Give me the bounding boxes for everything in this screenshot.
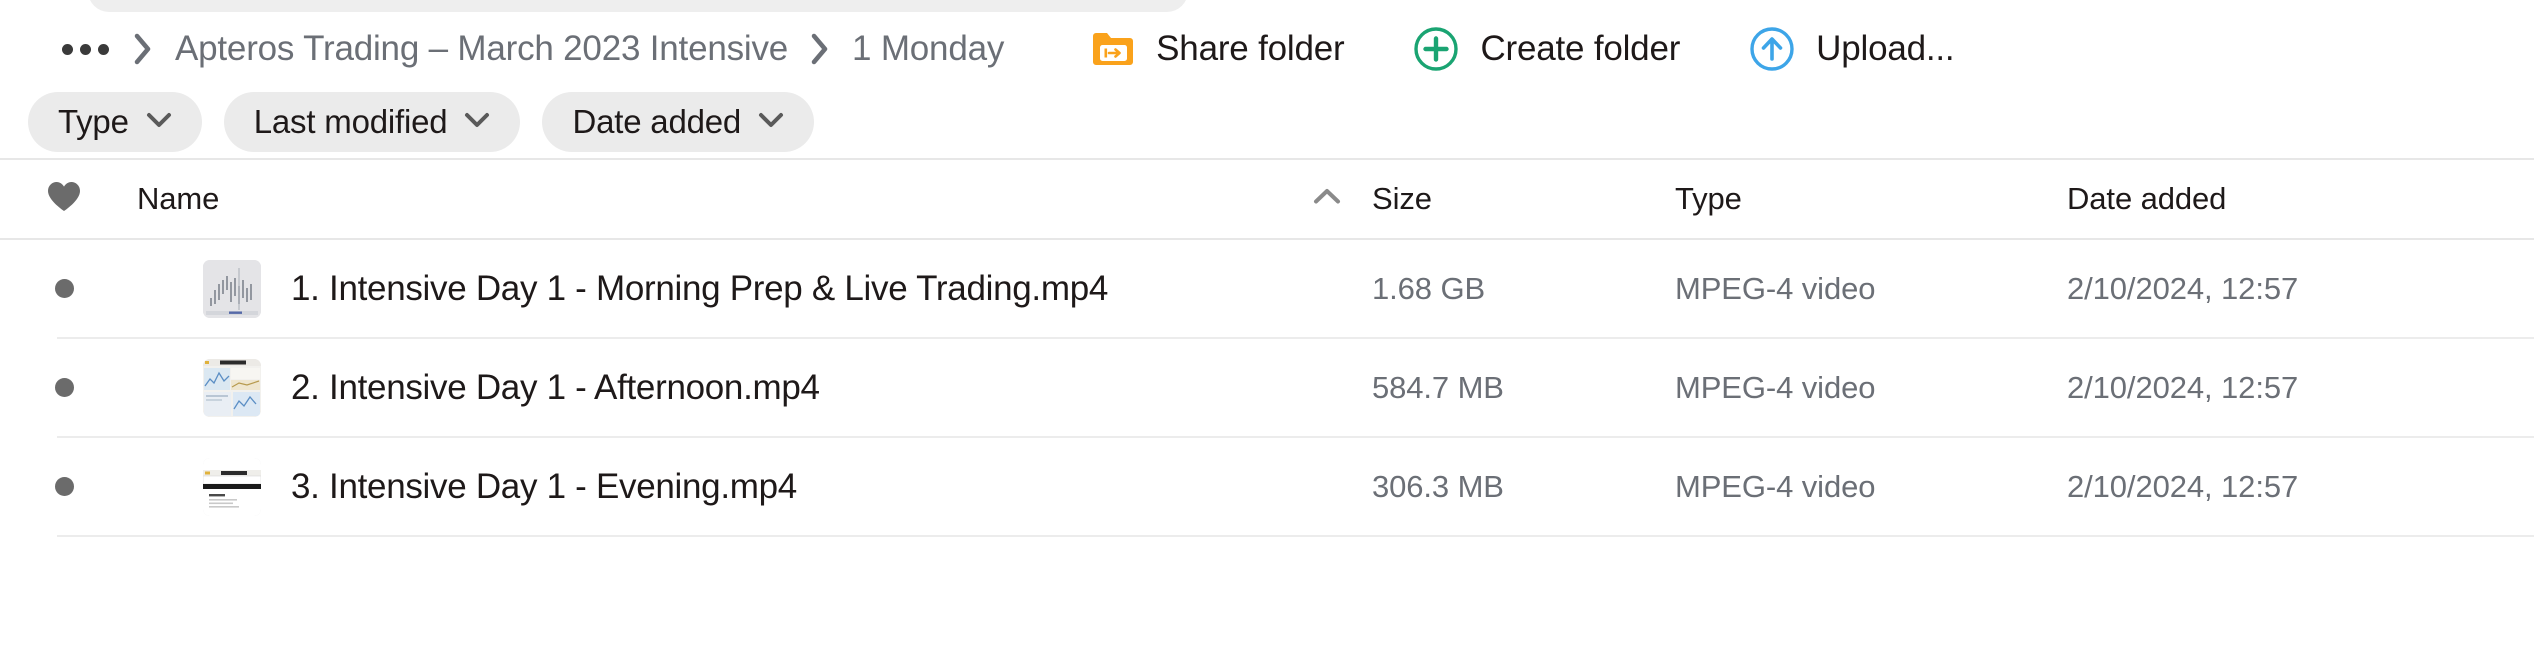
file-size-label: 306.3 MB [1372,468,1504,504]
row-size-cell: 1.68 GB [1372,271,1675,307]
filter-chip-bar: Type Last modified Date added [0,92,815,152]
column-header-size-label: Size [1372,181,1432,216]
table-row[interactable]: 3. Intensive Day 1 - Evening.mp4 306.3 M… [0,438,2534,535]
row-type-cell: MPEG-4 video [1675,271,2067,307]
row-name-cell[interactable]: 3. Intensive Day 1 - Evening.mp4 [128,457,1372,516]
dot-icon [54,477,74,496]
row-date-cell: 2/10/2024, 12:57 [2067,271,2534,307]
row-type-cell: MPEG-4 video [1675,469,2067,505]
filter-chip-last-modified[interactable]: Last modified [223,92,521,152]
breadcrumb-item-folder[interactable]: Apteros Trading – March 2023 Intensive [175,29,788,69]
dot-icon [54,378,74,397]
upload-label: Upload... [1816,29,1955,68]
row-size-cell: 306.3 MB [1372,469,1675,505]
chevron-down-icon [464,112,490,133]
create-folder-button[interactable]: Create folder [1412,25,1680,73]
file-size-label: 1.68 GB [1372,270,1486,306]
share-folder-button[interactable]: Share folder [1090,26,1345,72]
breadcrumb-overflow-button[interactable] [60,38,111,61]
column-header-name-label: Name [137,181,220,216]
column-header-date-added-label: Date added [2067,181,2227,216]
table-row[interactable]: 1. Intensive Day 1 - Morning Prep & Live… [0,240,2534,337]
header-actions: Share folder Create folder Upload... [1090,25,2022,73]
heart-icon [46,180,82,218]
file-name-label: 1. Intensive Day 1 - Morning Prep & Live… [291,268,1109,308]
filter-chip-last-modified-label: Last modified [253,103,448,140]
row-size-cell: 584.7 MB [1372,370,1675,406]
trading-desk-thumbnail [203,358,261,417]
filter-chip-date-added-label: Date added [572,103,742,140]
file-type-label: MPEG-4 video [1675,468,1876,504]
row-divider [57,535,2534,537]
ellipsis-dot-icon [62,43,73,55]
column-header-favorite[interactable] [0,180,128,218]
row-type-cell: MPEG-4 video [1675,370,2067,406]
upload-button[interactable]: Upload... [1748,25,1955,73]
column-header-type[interactable]: Type [1675,181,2067,217]
file-type-label: MPEG-4 video [1675,369,1876,405]
filter-chip-date-added[interactable]: Date added [542,92,815,152]
table-row[interactable]: 2. Intensive Day 1 - Afternoon.mp4 584.7… [0,339,2534,436]
share-folder-icon [1090,26,1136,72]
ellipsis-dot-icon [80,43,91,55]
column-header-type-label: Type [1675,181,1742,216]
row-date-cell: 2/10/2024, 12:57 [2067,469,2534,505]
file-date-label: 2/10/2024, 12:57 [2067,468,2299,504]
file-name-label: 3. Intensive Day 1 - Evening.mp4 [291,466,797,506]
row-favorite-marker[interactable] [0,279,128,298]
file-date-label: 2/10/2024, 12:57 [2067,369,2299,405]
chevron-up-icon [1313,188,1341,210]
document-slide-thumbnail [203,457,261,516]
file-size-label: 584.7 MB [1372,369,1504,405]
chevron-down-icon [146,112,172,133]
file-table: Name Size Type Date added 1. Intensive D… [0,158,2534,537]
breadcrumb: Apteros Trading – March 2023 Intensive 1… [60,29,1004,69]
dot-icon [54,279,74,298]
upload-circle-icon [1748,25,1796,73]
column-header-date-added[interactable]: Date added [2067,181,2534,217]
candlestick-chart-thumbnail [203,259,261,318]
chevron-down-icon [758,112,784,133]
header-toolbar: Apteros Trading – March 2023 Intensive 1… [0,18,2534,80]
column-header-size[interactable]: Size [1372,181,1675,217]
file-browser-page: Apteros Trading – March 2023 Intensive 1… [0,0,2534,662]
column-header-name[interactable]: Name [128,181,1372,217]
row-name-cell[interactable]: 2. Intensive Day 1 - Afternoon.mp4 [128,358,1372,417]
cutoff-search-pill [88,0,1188,12]
table-header-row: Name Size Type Date added [0,160,2534,238]
chevron-right-icon [133,33,153,65]
breadcrumb-item-current[interactable]: 1 Monday [852,29,1004,69]
row-date-cell: 2/10/2024, 12:57 [2067,370,2534,406]
row-favorite-marker[interactable] [0,477,128,496]
file-type-label: MPEG-4 video [1675,270,1876,306]
file-name-label: 2. Intensive Day 1 - Afternoon.mp4 [291,367,820,407]
share-folder-label: Share folder [1156,29,1345,68]
file-date-label: 2/10/2024, 12:57 [2067,270,2299,306]
plus-circle-icon [1412,25,1460,73]
filter-chip-type-label: Type [58,103,129,140]
chevron-right-icon [810,33,830,65]
ellipsis-dot-icon [98,43,109,55]
row-name-cell[interactable]: 1. Intensive Day 1 - Morning Prep & Live… [128,259,1372,318]
row-favorite-marker[interactable] [0,378,128,397]
create-folder-label: Create folder [1480,29,1681,68]
filter-chip-type[interactable]: Type [28,92,202,152]
